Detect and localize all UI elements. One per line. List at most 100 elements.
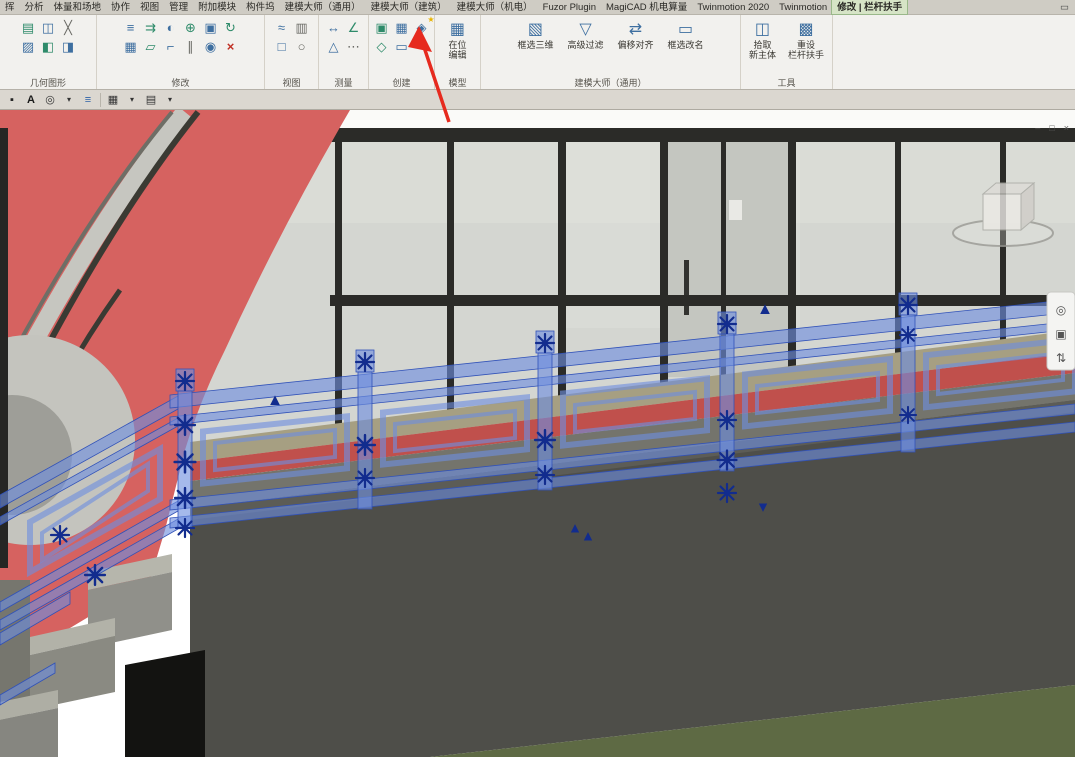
- copy-icon[interactable]: ▣: [201, 18, 221, 37]
- advanced-filter-icon: ▽: [579, 20, 591, 40]
- nav-pan-icon[interactable]: ⇅: [1056, 351, 1066, 365]
- box-rename-button[interactable]: ▭ 框选改名: [664, 18, 708, 52]
- list-icon[interactable]: ≡: [81, 92, 95, 108]
- tab-manage[interactable]: 管理: [164, 0, 193, 14]
- viewport-3d[interactable]: – □ ×: [0, 110, 1075, 757]
- scale-icon[interactable]: ▱: [141, 37, 161, 56]
- ribbon: ▤ ◫ ╳ ▨ ◧ ◨ 几何图形 ≡ ⇉ ◐ ⊕ ▣ ↻ ▦ ▱ ⌐ ∥ ◉ ×…: [0, 15, 1075, 90]
- view-box-icon[interactable]: ▪: [5, 92, 19, 108]
- offset-align-icon: ⇄: [629, 20, 642, 40]
- box-select-3d-label: 框选三维: [517, 40, 553, 50]
- align-icon[interactable]: ≡: [121, 18, 141, 37]
- create-assembly-icon[interactable]: ▣: [372, 18, 392, 37]
- create-group-icon[interactable]: ◇: [372, 37, 392, 56]
- mirror-icon[interactable]: ◐: [161, 18, 181, 37]
- delete-icon[interactable]: ×: [221, 37, 241, 56]
- create-misc-icon[interactable]: ▫: [412, 37, 432, 56]
- tab-component-dock[interactable]: 构件坞: [241, 0, 280, 14]
- ribbon-state-icon[interactable]: ▭: [1054, 0, 1075, 14]
- offset-icon[interactable]: ⇉: [141, 18, 161, 37]
- nav-cube-icon[interactable]: ▣: [1055, 327, 1066, 341]
- measure-triangle-icon[interactable]: △: [324, 37, 344, 56]
- grid-icon[interactable]: ▦: [106, 92, 120, 108]
- reset-railing-label-2: 栏杆扶手: [788, 50, 824, 60]
- box-rename-icon: ▭: [678, 20, 693, 40]
- move-icon[interactable]: ⊕: [181, 18, 201, 37]
- rotate-icon[interactable]: ↻: [221, 18, 241, 37]
- globe-dropdown-icon[interactable]: ▾: [62, 92, 76, 108]
- create-view-icon[interactable]: ▭: [392, 37, 412, 56]
- match-icon[interactable]: ▨: [18, 37, 38, 56]
- restore-view-icon[interactable]: □: [1049, 123, 1054, 133]
- tab-magicad[interactable]: MagiCAD 机电算量: [601, 0, 692, 14]
- create-parts-icon[interactable]: ▦: [392, 18, 412, 37]
- tab-fuzor[interactable]: Fuzor Plugin: [538, 0, 601, 14]
- join-geometry-icon[interactable]: ◧: [38, 37, 58, 56]
- grid-dropdown-icon[interactable]: ▾: [125, 92, 139, 108]
- advanced-filter-label: 高级过滤: [567, 40, 603, 50]
- close-view-icon[interactable]: ×: [1064, 123, 1069, 133]
- trim-icon[interactable]: ⌐: [161, 37, 181, 56]
- panel-model: ▦ 在位 编辑 模型: [435, 15, 481, 89]
- nav-wheel-icon[interactable]: ◎: [1056, 303, 1066, 317]
- door-handle: [684, 260, 689, 315]
- under-stair-void: [125, 650, 205, 757]
- paste-icon[interactable]: ▤: [18, 18, 38, 37]
- measure-length-icon[interactable]: ↔: [324, 18, 344, 37]
- reset-railing-button[interactable]: ▩ 重设 栏杆扶手: [784, 18, 828, 62]
- tab-massing-site[interactable]: 体量和场地: [49, 0, 107, 14]
- pick-new-host-button[interactable]: ◫ 拾取 新主体: [745, 18, 780, 62]
- tab-mjds-arch[interactable]: 建模大师（建筑）: [366, 0, 452, 14]
- panel-measure-label: 测量: [319, 77, 368, 89]
- viewport-3d-scene[interactable]: ◎ ▣ ⇅: [0, 110, 1075, 757]
- reset-railing-label-1: 重设: [797, 40, 815, 50]
- text-style-icon[interactable]: A: [24, 92, 38, 108]
- measure-more-icon[interactable]: ⋯: [344, 37, 364, 56]
- navigation-toolbar[interactable]: ◎ ▣ ⇅: [1047, 292, 1075, 370]
- panel-modify-label: 修改: [97, 77, 264, 89]
- pick-new-host-icon: ◫: [755, 20, 770, 40]
- create-similar-glyph: ◈: [417, 20, 427, 36]
- tab-twinmotion-2020[interactable]: Twinmotion 2020: [692, 0, 774, 14]
- tab-mjds-general[interactable]: 建模大师（通用）: [280, 0, 366, 14]
- tab-addins[interactable]: 附加模块: [193, 0, 241, 14]
- inplace-edit-button[interactable]: ▦ 在位 编辑: [444, 18, 470, 62]
- panel-view: ≈ ▥ □ ○ 视图: [265, 15, 319, 89]
- panel-create: ▣ ▦ ◈★ ◇ ▭ ▫ 创建: [369, 15, 435, 89]
- view-window-controls: – □ ×: [1035, 123, 1069, 133]
- measure-angle-icon[interactable]: ∠: [344, 18, 364, 37]
- reset-railing-icon: ▩: [798, 20, 813, 40]
- ribbon-tab-bar: 挥 分析 体量和场地 协作 视图 管理 附加模块 构件坞 建模大师（通用） 建模…: [0, 0, 1075, 15]
- unjoin-geometry-icon[interactable]: ◨: [58, 37, 78, 56]
- array-icon[interactable]: ▦: [121, 37, 141, 56]
- folder-dropdown-icon[interactable]: ▾: [163, 92, 177, 108]
- minimize-view-icon[interactable]: –: [1035, 123, 1040, 133]
- box-select-3d-button[interactable]: ▧ 框选三维: [513, 18, 557, 52]
- cut-icon[interactable]: ╳: [58, 18, 78, 37]
- split-icon[interactable]: ∥: [181, 37, 201, 56]
- advanced-filter-button[interactable]: ▽ 高级过滤: [563, 18, 607, 52]
- pin-icon[interactable]: ◉: [201, 37, 221, 56]
- globe-icon[interactable]: ◎: [43, 92, 57, 108]
- panel-create-label: 创建: [369, 77, 434, 89]
- tab-mjds-mep[interactable]: 建模大师（机电）: [452, 0, 538, 14]
- tab-collaborate[interactable]: 协作: [106, 0, 135, 14]
- hidden-lines-icon[interactable]: ▥: [292, 18, 312, 37]
- offset-align-button[interactable]: ⇄ 偏移对齐: [614, 18, 658, 52]
- tabbar-spacer: [907, 0, 1054, 14]
- create-similar-icon[interactable]: ◈★: [412, 18, 432, 37]
- inplace-edit-label-2: 编辑: [448, 50, 466, 60]
- tab-analysis[interactable]: 分析: [20, 0, 49, 14]
- tab-twinmotion[interactable]: Twinmotion: [774, 0, 832, 14]
- thin-lines-icon[interactable]: ≈: [272, 18, 292, 37]
- tab-view[interactable]: 视图: [135, 0, 164, 14]
- glue-icon[interactable]: ◫: [38, 18, 58, 37]
- tab-modify-railings[interactable]: 修改 | 栏杆扶手: [832, 0, 907, 14]
- panel-view-label: 视图: [265, 77, 318, 89]
- folder-icon[interactable]: ▤: [144, 92, 158, 108]
- section-box-icon[interactable]: □: [272, 37, 292, 56]
- panel-geometry: ▤ ◫ ╳ ▨ ◧ ◨ 几何图形: [0, 15, 97, 89]
- tab-partial[interactable]: 挥: [0, 0, 20, 14]
- render-icon[interactable]: ○: [292, 37, 312, 56]
- box-rename-label: 框选改名: [668, 40, 704, 50]
